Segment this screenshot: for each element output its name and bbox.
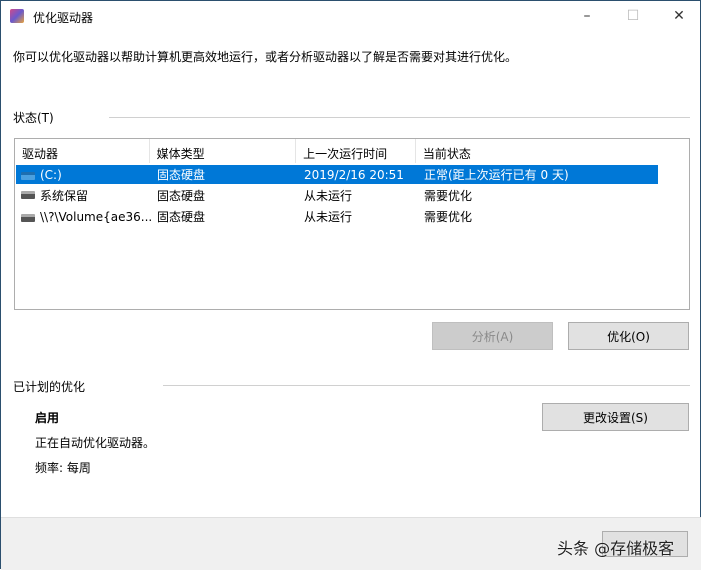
status-section-label: 状态(T): [13, 111, 54, 125]
divider: [109, 117, 690, 118]
drive-icon: [21, 213, 35, 222]
change-settings-button[interactable]: 更改设置(S): [542, 403, 689, 431]
drive-name: (C:): [40, 167, 62, 182]
column-header-state[interactable]: 当前状态: [416, 139, 689, 163]
current-state: 正常(距上次运行已有 0 天): [424, 168, 569, 182]
drive-name: 系统保留: [40, 189, 89, 203]
last-run: 从未运行: [304, 210, 353, 224]
description: 你可以优化驱动器以帮助计算机更高效地运行，或者分析驱动器以了解是否需要对其进行优…: [13, 50, 518, 64]
schedule-detail: 正在自动优化驱动器。: [35, 436, 156, 450]
drive-list[interactable]: 驱动器 媒体类型 上一次运行时间 当前状态 (C:) 固态硬盘 2019/2/1…: [14, 138, 690, 310]
last-run: 从未运行: [304, 189, 353, 203]
current-state: 需要优化: [424, 189, 473, 203]
os-drive-icon: [21, 171, 35, 180]
media-type: 固态硬盘: [157, 210, 206, 224]
schedule-state: 启用: [35, 411, 60, 425]
close-button[interactable]: ✕: [656, 1, 701, 31]
table-row[interactable]: \\?\Volume{ae36... 固态硬盘 从未运行 需要优化: [16, 207, 658, 226]
media-type: 固态硬盘: [157, 168, 206, 182]
divider: [163, 385, 690, 386]
minimize-button[interactable]: –: [564, 1, 610, 31]
table-row[interactable]: 系统保留 固态硬盘 从未运行 需要优化: [16, 186, 658, 205]
watermark: 头条 @存储极客: [557, 539, 675, 558]
drive-icon: [21, 191, 35, 199]
optimize-button[interactable]: 优化(O): [568, 322, 689, 350]
current-state: 需要优化: [424, 210, 473, 224]
list-header: 驱动器 媒体类型 上一次运行时间 当前状态: [15, 139, 689, 163]
defrag-app-icon: [10, 9, 24, 23]
scheduled-section-label: 已计划的优化: [13, 380, 86, 394]
schedule-frequency: 频率: 每周: [35, 461, 91, 475]
column-header-drive[interactable]: 驱动器: [15, 139, 150, 163]
column-header-last-run[interactable]: 上一次运行时间: [296, 139, 416, 163]
column-header-media[interactable]: 媒体类型: [150, 139, 297, 163]
maximize-button[interactable]: ☐: [610, 1, 656, 31]
analyze-button[interactable]: 分析(A): [432, 322, 553, 350]
window-title: 优化驱动器: [33, 11, 94, 25]
last-run: 2019/2/16 20:51: [304, 167, 404, 182]
table-row[interactable]: (C:) 固态硬盘 2019/2/16 20:51 正常(距上次运行已有 0 天…: [16, 165, 658, 184]
media-type: 固态硬盘: [157, 189, 206, 203]
drive-name: \\?\Volume{ae36...: [40, 209, 153, 224]
